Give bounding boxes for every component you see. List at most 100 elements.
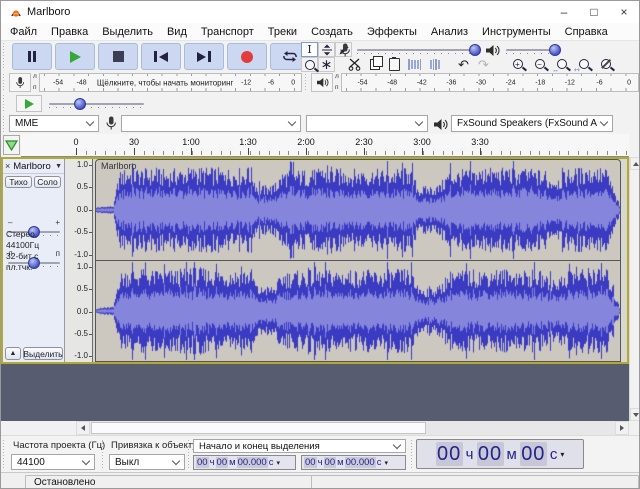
envelope-tool-button[interactable] — [318, 42, 335, 57]
toolbar-grip[interactable] — [411, 440, 415, 470]
audio-position-display[interactable]: 00ч00м00с▾ — [416, 439, 584, 469]
toolbar-grip[interactable] — [3, 74, 7, 91]
tick — [269, 151, 270, 155]
vertical-scale-ruler[interactable]: 1.0 0.5 0.0 -0.5 -1.0 1.0 0.5 0.0 -0.5 -… — [65, 159, 93, 362]
tick — [288, 151, 289, 155]
tick — [248, 148, 249, 155]
tick — [201, 151, 202, 155]
menu-tools[interactable]: Инструменты — [482, 26, 551, 38]
play-icon — [25, 99, 34, 109]
slider-thumb[interactable] — [74, 98, 86, 110]
toolbar-grip[interactable] — [305, 74, 309, 91]
zoom-selection-button[interactable]: ↔ — [551, 56, 572, 73]
field-caret-icon[interactable]: ▾ — [384, 459, 388, 467]
record-button[interactable] — [227, 43, 267, 70]
zoom-toggle-button[interactable] — [595, 56, 616, 73]
minimize-button[interactable]: – — [549, 1, 579, 23]
menu-view[interactable]: Вид — [167, 26, 187, 38]
timeline-pin-button[interactable] — [3, 135, 20, 155]
select-track-button[interactable]: Выделить — [23, 347, 63, 360]
playback-device-select[interactable]: FxSound Speakers (FxSound Audio — [451, 115, 613, 132]
tick — [607, 151, 608, 155]
playback-meter-speaker-button[interactable] — [311, 73, 333, 92]
selection-end-field[interactable]: 00ч00м00.000с▾ — [301, 455, 406, 470]
close-button[interactable]: × — [609, 1, 639, 23]
paste-button[interactable] — [385, 56, 404, 73]
selection-mode-select[interactable]: Начало и конец выделения — [193, 439, 406, 453]
skip-to-end-button[interactable] — [184, 43, 224, 70]
maximize-button[interactable]: □ — [579, 1, 609, 23]
horizontal-scrollbar-thumb[interactable] — [91, 422, 426, 434]
scroll-left-button[interactable] — [76, 421, 90, 435]
cut-button[interactable] — [345, 56, 364, 73]
tick — [520, 151, 521, 155]
menu-file[interactable]: Файл — [10, 26, 37, 38]
playback-meter[interactable]: -54 -48 -42 -36 -30 -24 -18 -12 -6 0 — [341, 73, 639, 92]
silence-audio-button[interactable] — [425, 56, 444, 73]
menu-effects[interactable]: Эффекты — [367, 26, 417, 38]
scroll-down-button[interactable] — [630, 408, 640, 421]
selection-start-field[interactable]: 00ч00м00.000с▾ — [193, 455, 296, 470]
menu-transport[interactable]: Транспорт — [201, 26, 254, 38]
toolbar-grip[interactable] — [3, 43, 7, 70]
skip-to-start-button[interactable] — [141, 43, 181, 70]
audio-host-select[interactable]: MME — [9, 115, 99, 132]
chevron-down-icon — [172, 456, 180, 464]
recording-meter[interactable]: -54 -48 Щёлкните, чтобы начать мониторин… — [39, 73, 302, 92]
recording-meter-mic-button[interactable] — [9, 73, 31, 92]
paste-icon — [389, 58, 400, 71]
zoom-tool-button[interactable] — [301, 57, 318, 72]
toolbar-grip[interactable] — [188, 440, 192, 470]
vertical-scrollbar[interactable] — [629, 157, 640, 421]
menu-tracks[interactable]: Треки — [268, 26, 297, 38]
menu-bar: Файл Правка Выделить Вид Транспорт Треки… — [1, 23, 639, 41]
menu-help[interactable]: Справка — [565, 26, 608, 38]
zoom-out-button[interactable]: − — [529, 56, 550, 73]
audio-track: × Marlboro ▼ Тихо Соло – + л п Стерео, 4… — [1, 157, 629, 364]
recording-device-select[interactable] — [121, 115, 301, 132]
field-caret-icon[interactable]: ▾ — [560, 450, 564, 459]
mute-button[interactable]: Тихо — [5, 176, 32, 188]
scroll-right-button[interactable] — [615, 421, 629, 435]
timeline-ruler[interactable]: 0 30 1:00 1:30 2:00 2:30 3:00 3:30 — [21, 134, 629, 157]
zoom-in-button[interactable]: + — [507, 56, 528, 73]
toolbar-grip[interactable] — [3, 440, 7, 470]
menu-select[interactable]: Выделить — [102, 26, 153, 38]
audio-clip[interactable]: Marlboro — [95, 159, 621, 362]
project-rate-select[interactable]: 44100 — [11, 454, 95, 470]
menu-generate[interactable]: Создать — [311, 26, 353, 38]
tick — [298, 151, 299, 155]
track-menu-arrow-icon[interactable]: ▼ — [55, 163, 62, 170]
snap-to-select[interactable]: Выкл — [109, 454, 185, 470]
toolbar-grip[interactable] — [3, 116, 7, 132]
play-button[interactable] — [55, 43, 95, 70]
horizontal-scrollbar-track[interactable] — [90, 421, 615, 435]
collapse-track-button[interactable]: ▲ — [5, 347, 21, 360]
toolbar-grip[interactable] — [102, 440, 106, 470]
scroll-up-button[interactable] — [630, 157, 640, 170]
selection-tool-button[interactable]: I — [301, 42, 318, 57]
copy-button[interactable] — [365, 56, 384, 73]
meter-monitor-message[interactable]: Щёлкните, чтобы начать мониторинг — [97, 78, 234, 87]
pause-button[interactable] — [12, 43, 52, 70]
menu-edit[interactable]: Правка — [51, 26, 88, 38]
play-at-speed-button[interactable] — [16, 95, 42, 112]
stop-button[interactable] — [98, 43, 138, 70]
playback-speed-slider[interactable] — [49, 98, 144, 110]
undo-button[interactable]: ↶ — [454, 56, 473, 73]
solo-button[interactable]: Соло — [34, 176, 61, 188]
field-caret-icon[interactable]: ▾ — [276, 459, 280, 467]
trim-audio-button[interactable] — [405, 56, 424, 73]
menu-analyze[interactable]: Анализ — [431, 26, 468, 38]
track-title[interactable]: Marlboro — [13, 161, 55, 172]
toolbar-grip[interactable] — [3, 95, 7, 112]
track-close-button[interactable]: × — [5, 161, 10, 171]
waveform-right-channel[interactable] — [96, 261, 620, 361]
multi-tool-button[interactable]: ∗ — [318, 57, 335, 72]
title-bar: Marlboro – □ × — [1, 1, 639, 23]
zoom-project-button[interactable]: ⇿ — [573, 56, 594, 73]
recording-channels-select[interactable] — [306, 115, 428, 132]
redo-button[interactable]: ↷ — [474, 56, 493, 73]
waveform-left-channel[interactable] — [96, 160, 620, 260]
scale-label: -0.5 — [74, 228, 88, 236]
